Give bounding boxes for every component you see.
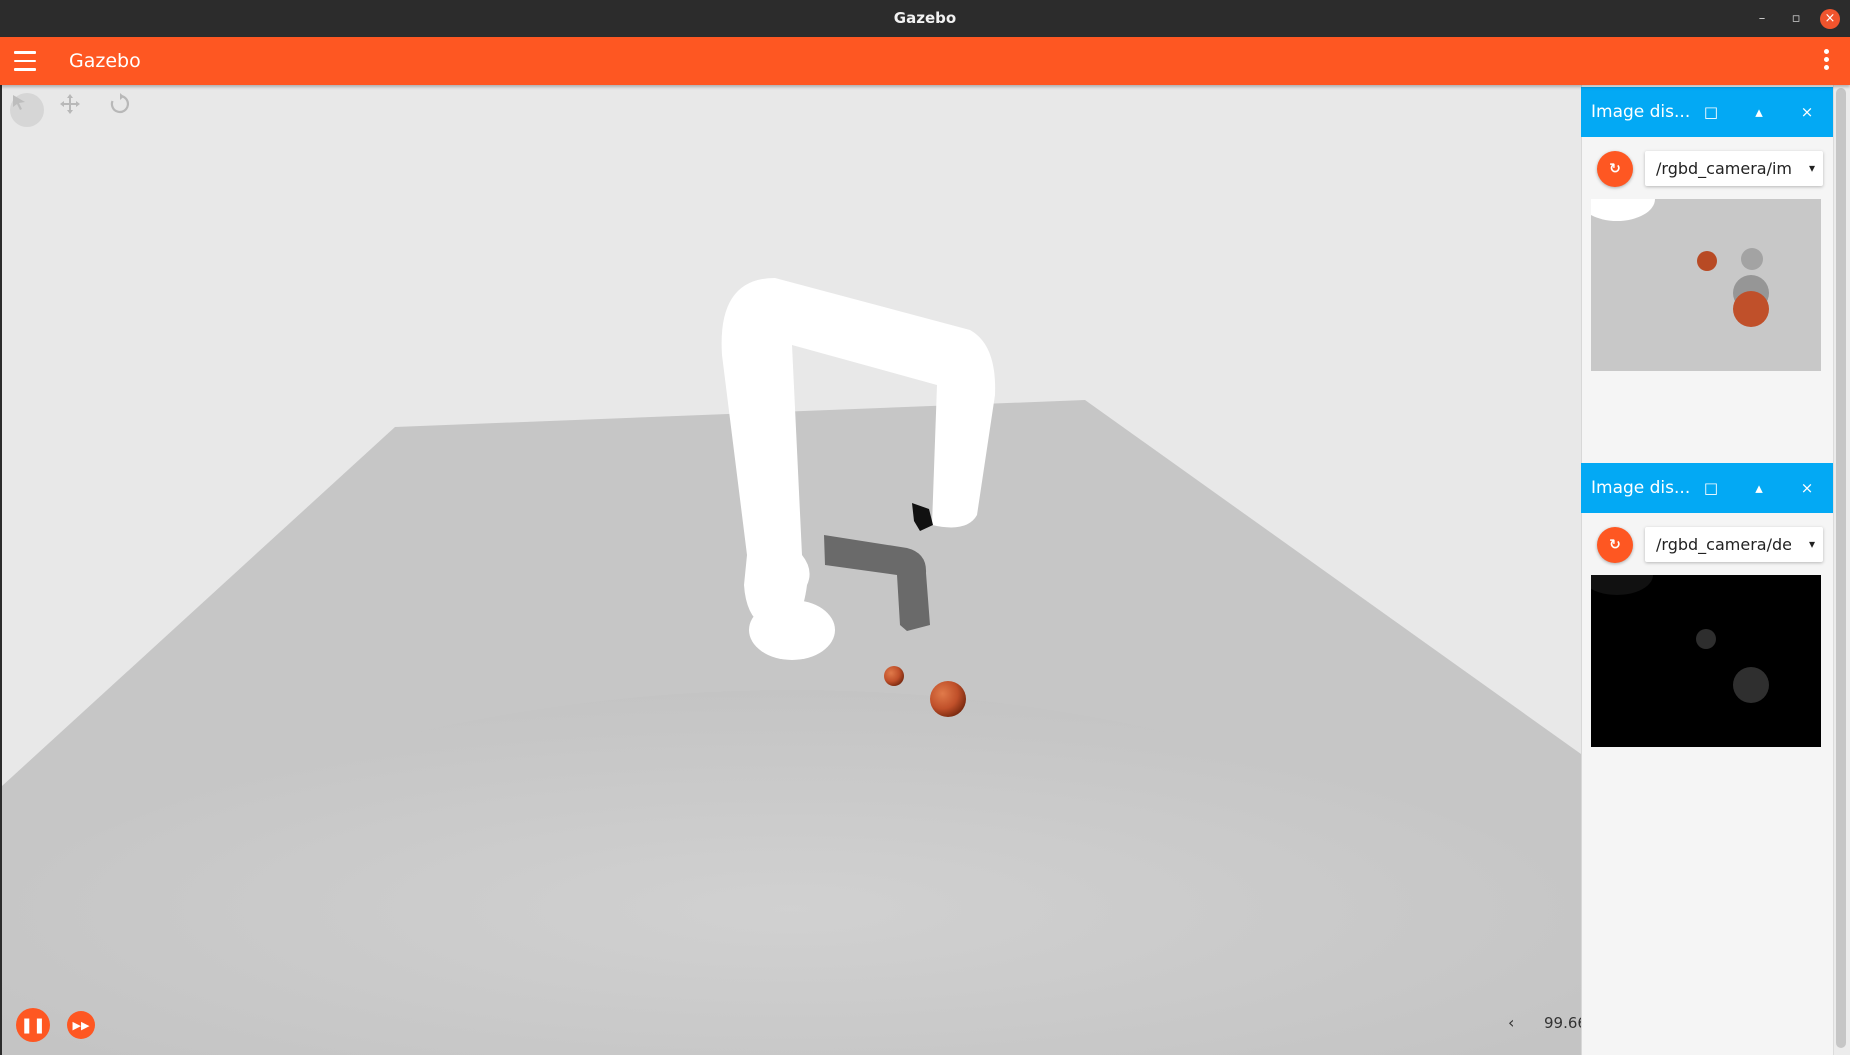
rtf-expand-arrow[interactable]: ‹ <box>1508 1013 1514 1032</box>
plugin-header: Image dis... □ ▴ × <box>1581 463 1833 513</box>
pause-button[interactable]: ❚❚ <box>16 1008 50 1042</box>
rotate-icon[interactable] <box>109 93 143 127</box>
image-view-depth <box>1591 575 1821 747</box>
plugin-header: Image dis... □ ▴ × <box>1581 87 1833 137</box>
select-icon[interactable] <box>10 93 44 127</box>
topic-select[interactable]: /rgbd_camera/depth_image ▾ <box>1645 527 1823 562</box>
close-icon[interactable]: × <box>1797 87 1817 137</box>
close-window-button[interactable]: × <box>1820 9 1840 29</box>
app-title: Gazebo <box>69 50 141 72</box>
close-icon[interactable]: × <box>1797 463 1817 513</box>
app-bar: Gazebo <box>0 37 1850 85</box>
scene-render <box>2 278 1581 1055</box>
topic-select[interactable]: /rgbd_camera/image ▾ <box>1645 151 1823 186</box>
large-sphere <box>1733 291 1769 327</box>
collapse-icon[interactable]: ▴ <box>1749 463 1769 513</box>
step-button[interactable]: ▶▶ <box>67 1011 95 1039</box>
large-sphere <box>1733 667 1769 703</box>
scene-3d-viewport[interactable]: ❚❚ ▶▶ <box>2 85 1581 1055</box>
maximize-icon[interactable]: □ <box>1701 463 1721 513</box>
small-sphere <box>1696 629 1716 649</box>
image-display-plugin-rgb: Image dis... □ ▴ × ↻ /rgbd_camera/image … <box>1581 87 1833 377</box>
dock-scrollbar-thumb[interactable] <box>1836 88 1846 1048</box>
chevron-down-icon: ▾ <box>1808 161 1815 175</box>
topic-value: /rgbd_camera/depth_image <box>1656 535 1791 554</box>
maximize-icon[interactable]: □ <box>1701 87 1721 137</box>
topic-value: /rgbd_camera/image <box>1656 159 1791 178</box>
minimize-button[interactable]: – <box>1752 9 1772 29</box>
refresh-icon[interactable]: ↻ <box>1597 151 1633 187</box>
collapse-icon[interactable]: ▴ <box>1749 87 1769 137</box>
restore-button[interactable]: ▫ <box>1786 9 1806 29</box>
refresh-icon[interactable]: ↻ <box>1597 527 1633 563</box>
kebab-icon[interactable] <box>1824 49 1830 73</box>
small-sphere <box>884 666 904 686</box>
window-title: Gazebo <box>893 9 957 27</box>
translate-icon[interactable] <box>59 93 93 127</box>
image-view-rgb <box>1591 199 1821 371</box>
image-display-plugin-depth: Image dis... □ ▴ × ↻ /rgbd_camera/depth_… <box>1581 463 1833 753</box>
hamburger-icon[interactable] <box>14 51 36 71</box>
chevron-down-icon: ▾ <box>1808 537 1815 551</box>
plugin-title: Image dis... <box>1591 102 1691 122</box>
window-titlebar: Gazebo – ▫ × <box>0 0 1850 37</box>
plugin-title: Image dis... <box>1591 478 1691 498</box>
large-sphere <box>930 681 966 717</box>
